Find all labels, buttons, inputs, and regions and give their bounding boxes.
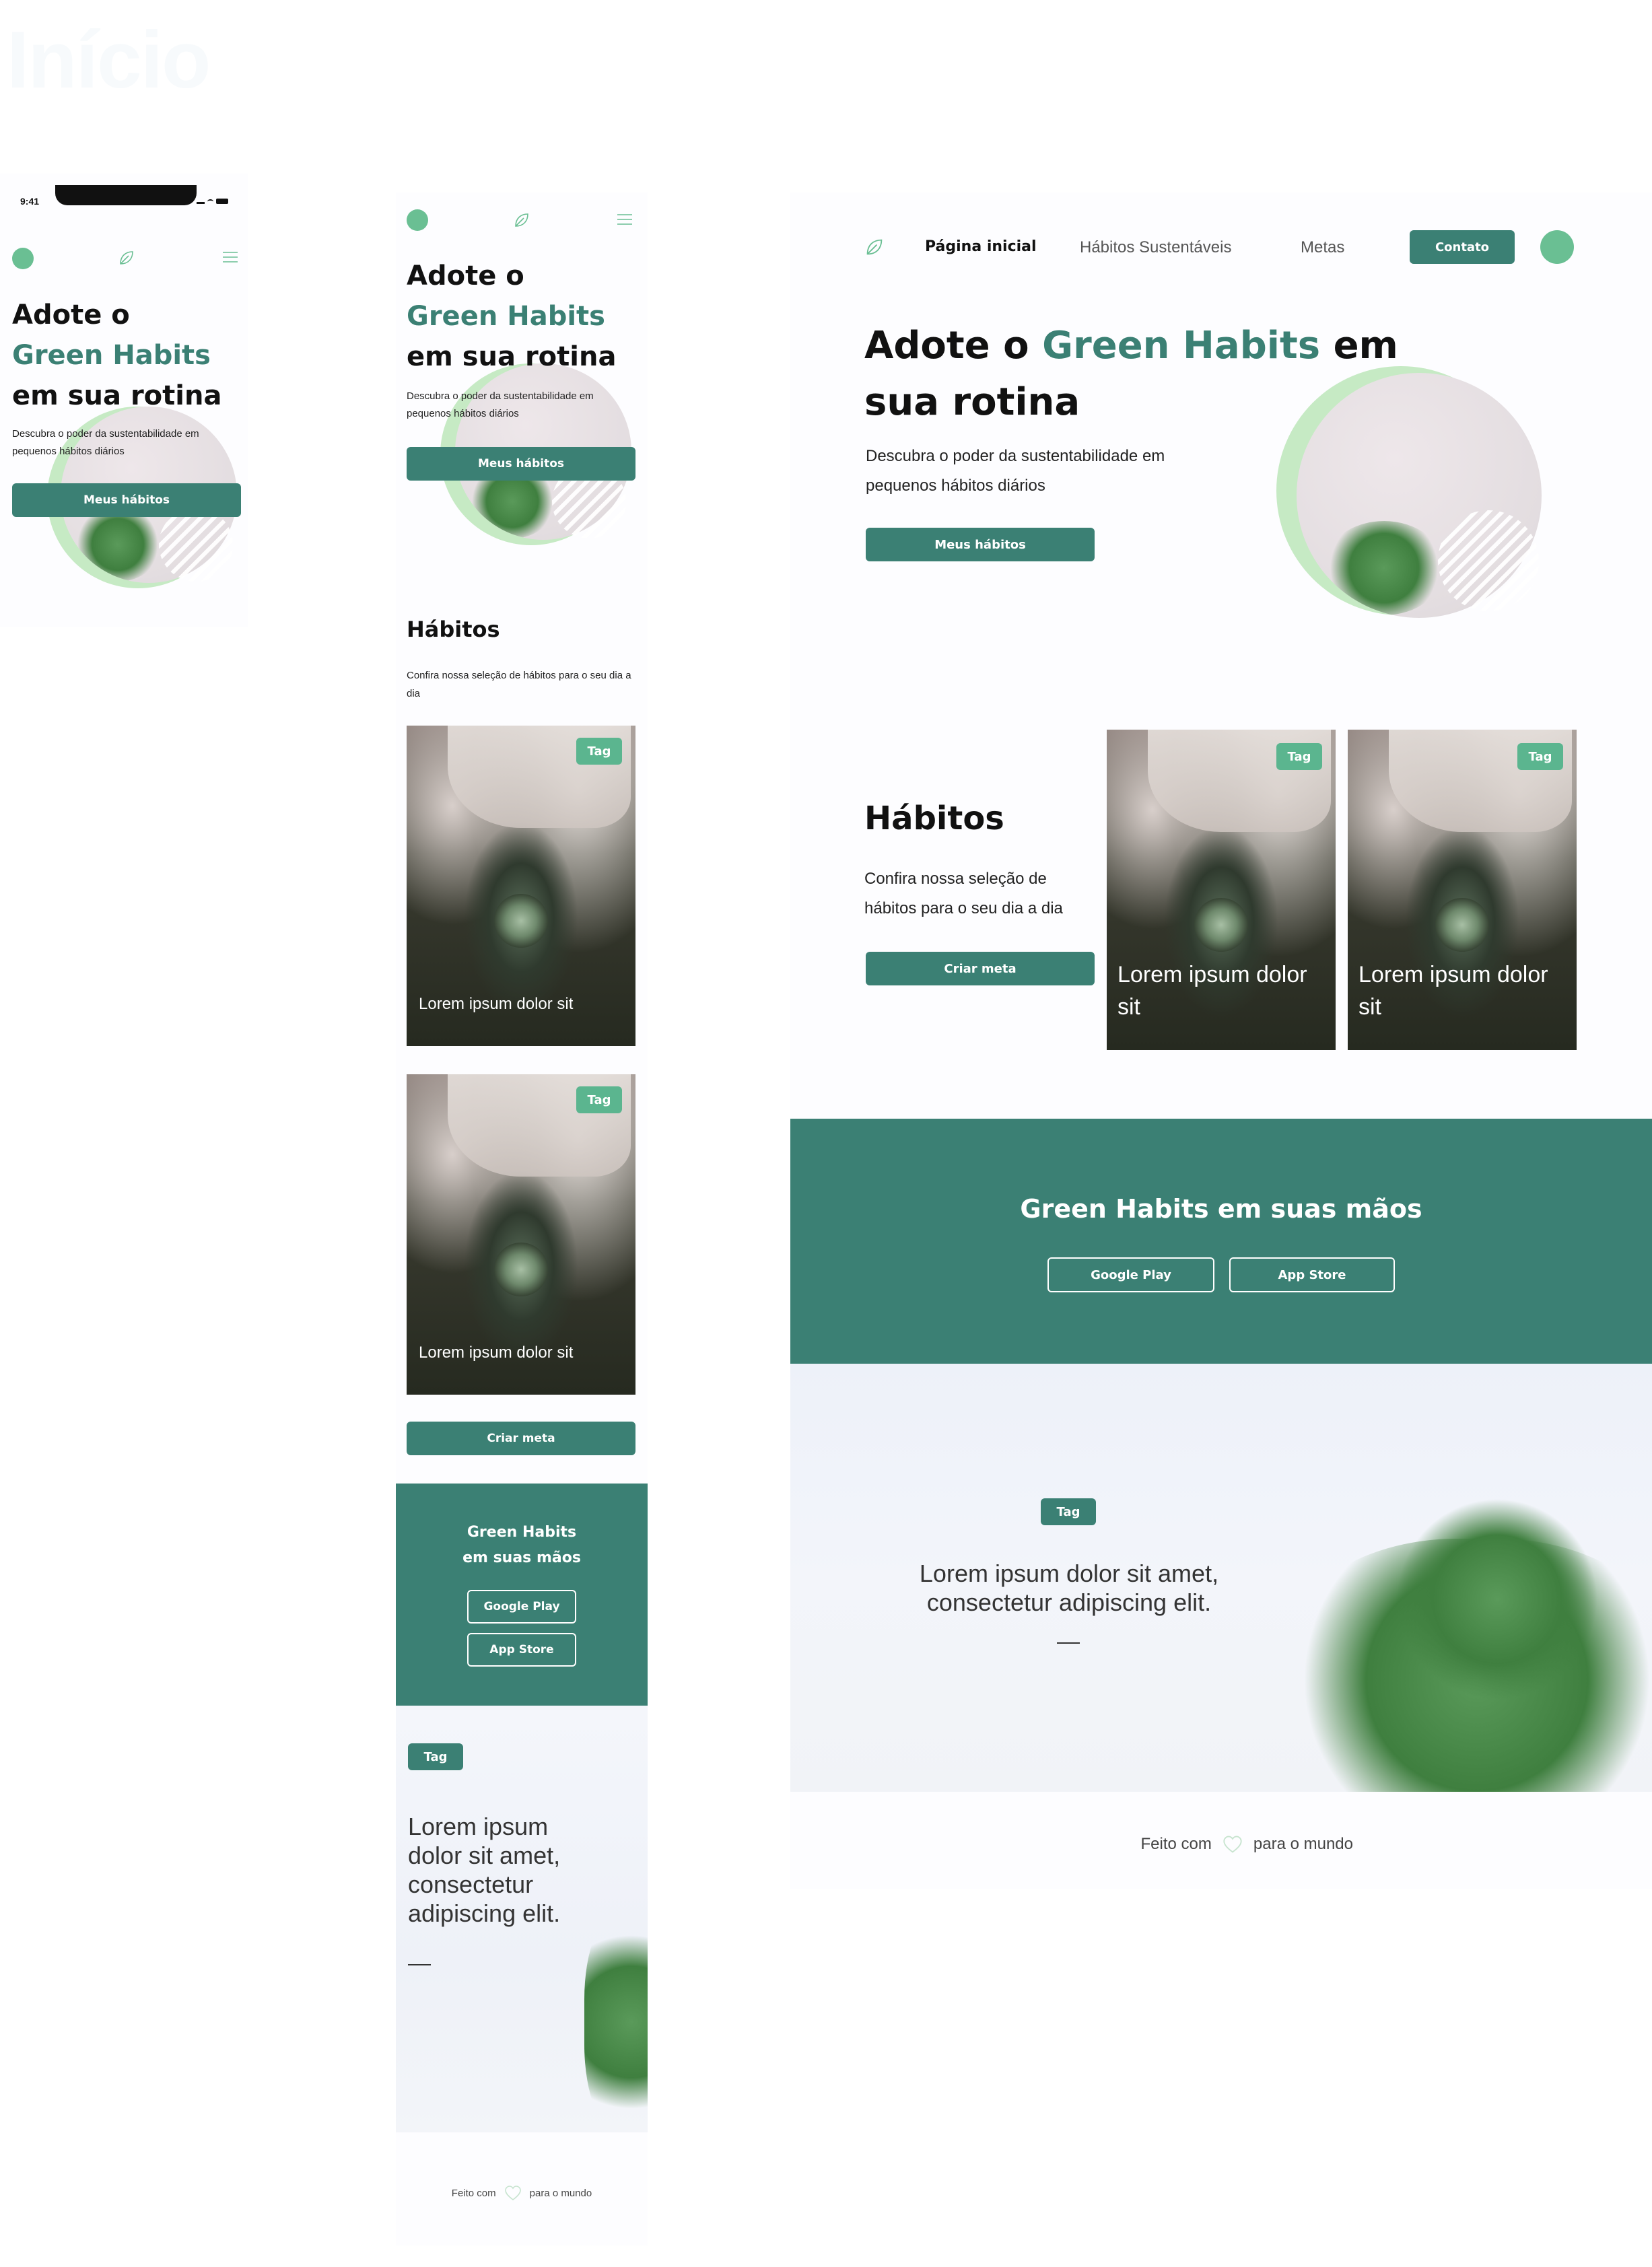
quote-tag: Tag: [408, 1743, 463, 1770]
hero-title-part1: Adote o: [864, 324, 1043, 368]
nav-item-home[interactable]: Página inicial: [925, 238, 1037, 255]
footer-text-before: Feito com: [1140, 1835, 1212, 1853]
habits-title: Hábitos: [407, 617, 500, 642]
card-caption: Lorem ipsum dolor sit: [419, 1344, 574, 1362]
menu-icon[interactable]: [617, 213, 633, 226]
hero-title-line2: Green Habits: [12, 340, 211, 371]
hero-description-line2: pequenos hábitos diários: [866, 477, 1045, 495]
status-time: 9:41: [20, 196, 40, 207]
avatar[interactable]: [1540, 230, 1574, 264]
create-goal-button[interactable]: Criar meta: [407, 1422, 635, 1455]
habits-description-line2: hábitos para o seu dia a dia: [864, 899, 1063, 917]
create-goal-button[interactable]: Criar meta: [866, 952, 1095, 985]
habit-card[interactable]: Tag Lorem ipsum dolor sit: [1348, 730, 1577, 1050]
mobile-frame: 9:41 Adote o Green Habits em sua rotina …: [0, 174, 248, 627]
desktop-frame: Página inicial Hábitos Sustentáveis Meta…: [790, 193, 1652, 1889]
quote-line: dolor sit amet,: [408, 1842, 561, 1869]
my-habits-button[interactable]: Meus hábitos: [407, 447, 635, 481]
leaf-icon[interactable]: [118, 249, 135, 267]
quote-line: consectetur: [408, 1871, 534, 1898]
page-title: Início: [7, 15, 211, 105]
habit-card[interactable]: Tag Lorem ipsum dolor sit: [407, 726, 635, 1046]
habits-title: Hábitos: [864, 800, 1004, 837]
quote-section: Tag Lorem ipsum dolor sit amet, consecte…: [396, 1706, 648, 2132]
hero-title-line3: em sua rotina: [12, 380, 222, 411]
habits-description: Confira nossa seleção de hábitos para o …: [407, 670, 631, 699]
apps-title: Green Habits em suas mãos: [1020, 1194, 1422, 1224]
card-caption-line1: Lorem ipsum dolor: [1117, 962, 1307, 987]
leaf-icon[interactable]: [513, 211, 530, 229]
hero-title-line2: Green Habits: [407, 301, 605, 332]
quote-line: Lorem ipsum: [408, 1813, 549, 1840]
card-tag: Tag: [1276, 743, 1322, 770]
battery-icon: [216, 199, 228, 204]
divider: [1057, 1642, 1080, 1644]
quote-line2: consectetur adipiscing elit.: [926, 1589, 1212, 1616]
apps-section: Green Habits em suas mãos Google Play Ap…: [790, 1119, 1652, 1364]
hero-title-line1: Adote o: [12, 300, 130, 330]
card-tag: Tag: [1517, 743, 1563, 770]
habit-card[interactable]: Tag Lorem ipsum dolor sit: [407, 1074, 635, 1395]
habits-description-line1: Confira nossa seleção de: [864, 870, 1047, 888]
quote-tag: Tag: [1041, 1498, 1096, 1525]
leaf-icon[interactable]: [864, 237, 885, 257]
habit-card[interactable]: Tag Lorem ipsum dolor sit: [1107, 730, 1336, 1050]
hero-title-line2: sua rotina: [864, 380, 1080, 424]
apps-title-line2: em suas mãos: [462, 1549, 581, 1566]
quote-section: Tag Lorem ipsum dolor sit amet, consecte…: [790, 1364, 1652, 1792]
wifi-icon: [207, 199, 213, 204]
heart-icon: [504, 2186, 521, 2201]
card-caption-line2: sit: [1358, 994, 1381, 1020]
footer: Feito com para o mundo: [790, 1835, 1353, 1854]
card-caption-line2: sit: [1117, 994, 1140, 1020]
nav-item-goals[interactable]: Metas: [1301, 238, 1344, 257]
apps-section: Green Habits em suas mãos Google Play Ap…: [396, 1484, 648, 1706]
nav-item-sustainable-habits[interactable]: Hábitos Sustentáveis: [1080, 238, 1231, 257]
app-store-button[interactable]: App Store: [1229, 1257, 1395, 1292]
hero-title-part3: em: [1320, 324, 1398, 368]
contact-button[interactable]: Contato: [1410, 230, 1515, 264]
hero-description: Descubra o poder da sustentabilidade em …: [12, 428, 199, 457]
hero-title-brand: Green Habits: [1042, 324, 1321, 368]
footer-text-after: para o mundo: [529, 2187, 592, 2199]
google-play-button[interactable]: Google Play: [467, 1590, 576, 1624]
signal-icon: [197, 199, 205, 204]
card-tag: Tag: [576, 738, 622, 765]
avatar[interactable]: [12, 248, 34, 269]
my-habits-button[interactable]: Meus hábitos: [12, 483, 241, 517]
google-play-button[interactable]: Google Play: [1047, 1257, 1214, 1292]
divider: [408, 1964, 431, 1965]
card-tag: Tag: [576, 1086, 622, 1113]
card-caption: Lorem ipsum dolor sit: [419, 995, 574, 1013]
menu-icon[interactable]: [222, 250, 238, 264]
avatar[interactable]: [407, 209, 428, 231]
my-habits-button[interactable]: Meus hábitos: [866, 528, 1095, 561]
hero-title-line1: Adote o: [407, 260, 524, 291]
hero-title-line3: em sua rotina: [407, 341, 617, 372]
hero-description: Descubra o poder da sustentabilidade em …: [407, 390, 594, 419]
heart-icon: [1223, 1836, 1242, 1853]
quote-line1: Lorem ipsum dolor sit amet,: [919, 1560, 1219, 1587]
status-icons: [197, 199, 228, 204]
tablet-frame: Adote o Green Habits em sua rotina Descu…: [396, 193, 648, 2245]
footer-text-before: Feito com: [451, 2187, 496, 2199]
footer-text-after: para o mundo: [1253, 1835, 1353, 1853]
apps-title-line1: Green Habits: [467, 1524, 577, 1541]
card-caption-line1: Lorem ipsum dolor: [1358, 962, 1548, 987]
phone-notch: [55, 185, 197, 205]
hero-description-line1: Descubra o poder da sustentabilidade em: [866, 447, 1165, 465]
app-store-button[interactable]: App Store: [467, 1633, 576, 1667]
footer: Feito com para o mundo: [396, 2185, 648, 2201]
quote-line: adipiscing elit.: [408, 1899, 561, 1927]
